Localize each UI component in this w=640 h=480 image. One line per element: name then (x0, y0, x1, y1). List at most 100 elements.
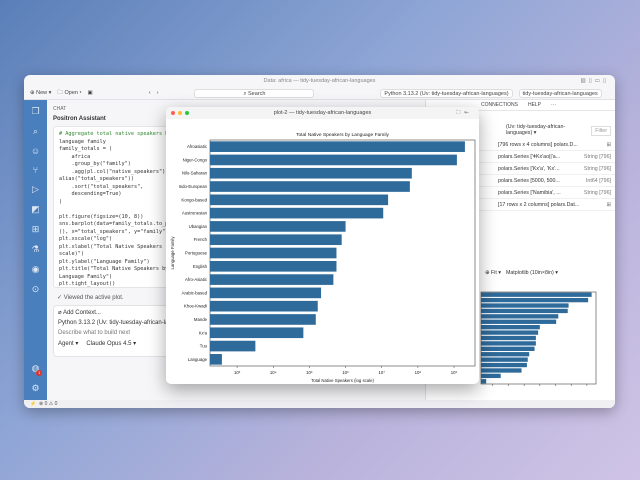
plot-window: plot-2 — tidy-tuesday-african-languages ⛶… (166, 107, 479, 384)
settings-icon[interactable]: ⚙ (31, 383, 39, 394)
bar-tuu (210, 340, 256, 352)
title-bar: Data: africa — tidy-tuesday-african-lang… (24, 75, 615, 87)
source-control-icon[interactable]: ⑂ (33, 165, 38, 175)
bar-arabicbased (481, 352, 530, 357)
bar-austronesian (481, 319, 557, 324)
y-tick-label: Portuguese (185, 251, 208, 256)
bar-tuu (481, 373, 501, 379)
bar-ubangian (481, 325, 540, 330)
assistant-icon[interactable]: ☺ (31, 146, 40, 156)
tab-connections[interactable]: CONNECTIONS (481, 102, 518, 108)
variable-value: [796 rows x 4 columns] polars.D... (498, 141, 578, 148)
back-icon[interactable]: ‹ (149, 90, 151, 96)
tab-more[interactable]: ··· (551, 102, 556, 108)
bar-mande (210, 314, 316, 325)
x-tick-label: 10⁵ (306, 370, 313, 375)
save-icon[interactable]: ▣ (88, 90, 93, 96)
y-tick-label: Arabic-based (182, 290, 208, 295)
forward-icon[interactable]: › (157, 90, 159, 96)
variable-type: Int64 [796] (585, 177, 611, 184)
variable-type: ⊞ (606, 141, 611, 148)
size-selector[interactable]: Matplotlib (10in×8in) ▾ (506, 270, 558, 276)
search-icon[interactable]: ⌕ (33, 126, 38, 137)
close-icon[interactable] (171, 111, 175, 115)
y-tick-label: Nilo-Saharan (182, 171, 208, 176)
explorer-icon[interactable]: ❐ (31, 106, 39, 117)
minimize-icon[interactable] (178, 111, 182, 115)
variable-value: polars.Series ['Kx'a', 'Kx'... (498, 165, 560, 172)
warning-count[interactable]: 0 (55, 401, 58, 407)
connections-icon[interactable]: ⊙ (32, 284, 40, 295)
extensions-icon[interactable]: ⊞ (32, 224, 40, 235)
x-tick-label: 10⁴ (270, 370, 277, 375)
bar-khoekwadi (481, 357, 528, 362)
zoom-icon[interactable] (185, 111, 189, 115)
bar-nigercongo (210, 154, 457, 166)
bar-nigercongo (481, 297, 589, 303)
y-tick-label: Mande (194, 317, 208, 322)
x-tick-label: 10⁷ (379, 370, 386, 375)
open-label: Open (64, 89, 78, 96)
window-title: Data: africa — tidy-tuesday-african-lang… (263, 78, 376, 84)
run-debug-icon[interactable]: ▷ (32, 184, 39, 195)
account-icon[interactable]: ◍ 1 (32, 363, 43, 376)
bar-language (481, 379, 487, 384)
fit-selector[interactable]: ⊕ Fit ▾ (485, 270, 501, 276)
y-tick-label: Tuu (200, 344, 208, 349)
testing-icon[interactable]: ⚗ (31, 244, 39, 255)
bar-nilosaharan (481, 303, 569, 308)
bar-mande (481, 362, 527, 368)
mode-label: Agent (58, 341, 74, 347)
y-axis-label: Language Family (170, 236, 175, 270)
y-tick-label: French (194, 237, 208, 242)
bar-portuguese (210, 247, 337, 259)
bar-kxa (481, 368, 522, 373)
error-count[interactable]: 0 (45, 401, 48, 407)
plot-toolbar: ⊕ Fit ▾ Matplotlib (10in×8in) ▾ (479, 267, 615, 279)
bar-afroasiatic (210, 141, 465, 152)
plot-thumbnail[interactable] (479, 283, 599, 393)
variable-type: String [796] (583, 165, 611, 172)
x-tick-label: 10⁶ (342, 370, 349, 375)
search-label: Search (248, 90, 266, 97)
bar-portuguese (481, 335, 536, 341)
bar-english (481, 341, 536, 346)
size-label: Matplotlib (10in×8in) (505, 270, 554, 276)
filter-input[interactable]: Filter (591, 126, 611, 136)
open-button[interactable]: 🗀 Open ▾ (57, 89, 81, 98)
activity-bar: ❐ ⌕ ☺ ⑂ ▷ ◩ ⊞ ⚗ ◉ ⊙ ◍ 1 ⚙ (24, 100, 47, 400)
add-context-label: Add Context... (62, 310, 101, 316)
bar-ubangian (210, 221, 346, 232)
variable-type: String [796] (583, 153, 611, 160)
x-tick-label: 10⁸ (415, 370, 422, 375)
variable-value: polars.Series ['Namibia', ... (498, 189, 561, 196)
bar-language (210, 354, 222, 365)
search-input[interactable]: ⌕ Search (194, 88, 315, 98)
mode-selector[interactable]: Agent ▾ (58, 340, 78, 347)
bar-nilosaharan (210, 167, 412, 179)
bar-arabicbased (210, 287, 322, 299)
plot-window-controls[interactable]: ⛶⇤ (457, 107, 473, 119)
viewed-text: Viewed the active plot. (63, 295, 124, 301)
bar-kongobased (210, 194, 389, 206)
bar-french (481, 330, 539, 335)
toolbar: ⊕ New ▾ 🗀 Open ▾ ▣ ‹ › ⌕ Search Python 3.… (24, 87, 615, 100)
new-button[interactable]: ⊕ New ▾ (30, 90, 51, 96)
github-icon[interactable]: ◉ (32, 264, 40, 275)
variable-value: polars.Series ['ǂKx'ao||'a... (498, 153, 561, 160)
bar-khoekwadi (210, 300, 318, 312)
x-tick-label: 10³ (234, 370, 241, 375)
y-tick-label: Kx'a (199, 330, 208, 335)
bar-kongobased (481, 314, 559, 319)
x-axis-label: Total Native Speakers (log scale) (311, 378, 374, 383)
remote-icon[interactable]: ◩ (31, 204, 40, 215)
layout-controls[interactable]: ▥▯▭▯ (581, 75, 609, 87)
y-tick-label: Afro-Asiatic (185, 277, 208, 282)
model-selector[interactable]: Claude Opus 4.5 ▾ (86, 340, 136, 347)
project-selector[interactable]: tidy-tuesday-african-languages (518, 88, 602, 98)
session-selector[interactable]: (Uv: tidy-tuesday-african-languages) ▾ (506, 124, 585, 136)
tab-help[interactable]: HELP (528, 102, 541, 108)
plot-window-title: plot-2 — tidy-tuesday-african-languages (273, 110, 372, 116)
y-tick-label: Khoe-Kwadi (184, 304, 207, 309)
interpreter-selector[interactable]: Python 3.13.2 (Uv: tidy-tuesday-african-… (380, 88, 513, 98)
